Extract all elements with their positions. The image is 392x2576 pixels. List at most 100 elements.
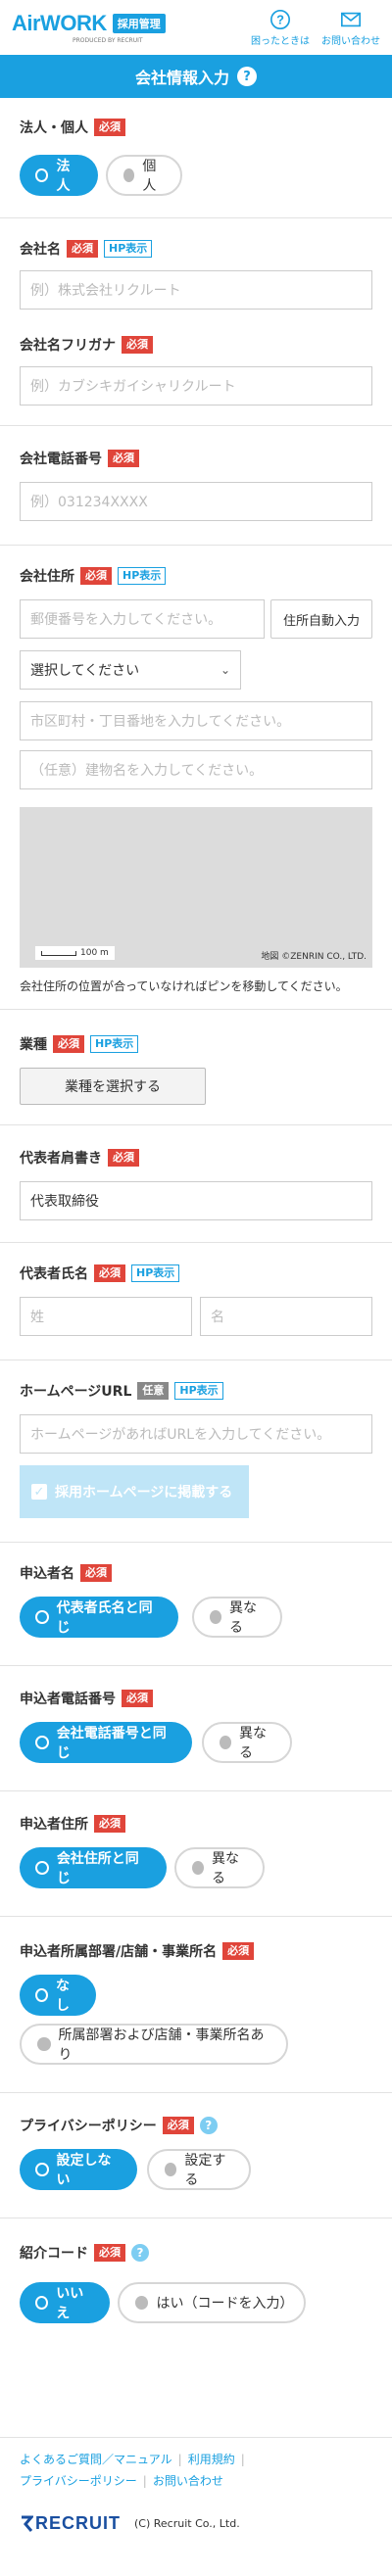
company-name-section: 会社名 必須 HP表示 [0, 237, 392, 261]
required-tag: 必須 [80, 1564, 112, 1582]
rep-title-label: 代表者肩書き [20, 1151, 102, 1167]
corp-type-label: 法人・個人 [20, 120, 88, 136]
select-industry-button[interactable]: 業種を選択する [20, 1068, 206, 1105]
department-label: 申込者所属部署/店舗・事業所名 [20, 1944, 218, 1960]
footer: よくあるご質問／マニュアル | 利用規約 | プライバシーポリシー | お問い合わせ RE… [0, 2449, 392, 2534]
logo-badge: 採用管理 [112, 14, 166, 33]
radio-dot-icon [35, 1861, 49, 1875]
company-name-input[interactable]: 例）株式会社リクルート [20, 270, 372, 310]
required-tag: 必須 [94, 119, 125, 136]
auto-address-button[interactable]: 住所自動入力 [270, 599, 372, 639]
required-tag: 必須 [80, 567, 112, 585]
radio-dot-icon [37, 2037, 51, 2051]
radio-dot-icon [210, 1610, 221, 1624]
required-tag: 必須 [222, 1942, 255, 1960]
rep-name-label: 代表者氏名 [20, 1266, 88, 1282]
help-icon: ? [270, 9, 290, 29]
radio-dot-icon [35, 1610, 49, 1624]
optional-tag: 任意 [137, 1382, 170, 1400]
title-help-icon[interactable]: ? [237, 67, 257, 86]
radio-applicant-different[interactable]: 異なる [192, 1597, 282, 1638]
department-section: 申込者所属部署/店舗・事業所名 必須 [0, 1939, 392, 1963]
rep-title-input[interactable]: 代表取締役 [20, 1181, 372, 1220]
radio-referral-yes[interactable]: はい（コードを入力） [118, 2282, 306, 2323]
applicant-address-section: 申込者住所 必須 [0, 1812, 392, 1836]
company-kana-section: 会社名フリガナ 必須 [0, 333, 392, 357]
prefecture-select[interactable]: 選択してください ⌄ [20, 650, 241, 690]
radio-dot-icon [123, 168, 135, 182]
help-label: 困ったときは [251, 35, 310, 47]
homepage-label: ホームページURL [20, 1384, 132, 1400]
address-section: 会社住所 必須 HP表示 [0, 564, 392, 588]
postal-code-input[interactable]: 郵便番号を入力してください。 [20, 599, 265, 639]
radio-applicant-same[interactable]: 代表者氏名と同じ [20, 1597, 178, 1638]
radio-address-same[interactable]: 会社住所と同じ [20, 1847, 167, 1888]
required-tag: 必須 [94, 2244, 125, 2262]
required-tag: 必須 [122, 336, 153, 354]
rep-name-section: 代表者氏名 必須 HP表示 [0, 1262, 392, 1285]
contact-link[interactable]: お問い合わせ [321, 9, 380, 47]
radio-dot-icon [220, 1736, 231, 1749]
radio-corporation[interactable]: 法人 [20, 155, 98, 196]
company-phone-input[interactable]: 例）031234XXXX [20, 482, 372, 521]
radio-dot-icon [35, 1736, 49, 1749]
referral-section: 紹介コード 必須 ? [0, 2241, 392, 2265]
footer-link-faq[interactable]: よくあるご質問／マニュアル [20, 2453, 172, 2466]
page-title: 会社情報入力 [134, 69, 229, 87]
radio-department-none[interactable]: なし [20, 1975, 96, 2016]
radio-dot-icon [35, 168, 49, 182]
radio-dot-icon [192, 1861, 204, 1875]
rep-first-name-input[interactable]: 名 [200, 1297, 372, 1336]
privacy-help-icon[interactable]: ? [199, 2117, 218, 2134]
required-tag: 必須 [122, 1690, 153, 1707]
footer-link-privacy[interactable]: プライバシーポリシー [20, 2474, 137, 2488]
hp-tag: HP表示 [174, 1382, 223, 1400]
radio-privacy-off[interactable]: 設定しない [20, 2149, 137, 2190]
footer-link-terms[interactable]: 利用規約 [188, 2453, 235, 2466]
radio-phone-same[interactable]: 会社電話番号と同じ [20, 1722, 192, 1763]
applicant-label: 申込者名 [20, 1566, 74, 1582]
referral-help-icon[interactable]: ? [131, 2244, 149, 2262]
radio-dot-icon [135, 2296, 149, 2310]
svg-text:?: ? [276, 12, 284, 26]
page-title-bar: 会社情報入力 ? [0, 55, 392, 98]
footer-link-contact[interactable]: お問い合わせ [153, 2474, 223, 2488]
map-scale: 100 m [35, 946, 115, 960]
required-tag: 必須 [67, 240, 98, 258]
required-tag: 必須 [108, 1149, 139, 1167]
homepage-url-input[interactable]: ホームページがあればURLを入力してください。 [20, 1414, 372, 1454]
company-phone-label: 会社電話番号 [20, 452, 102, 467]
homepage-section: ホームページURL 任意 HP表示 [0, 1379, 392, 1403]
address-map[interactable]: 100 m 地図 ©ZENRIN CO., LTD. [20, 807, 372, 968]
radio-dot-icon [35, 2296, 49, 2310]
radio-department-exists[interactable]: 所属部署および店舗・事業所名あり [20, 2024, 288, 2065]
recruit-mark-icon [22, 2515, 33, 2532]
applicant-address-label: 申込者住所 [20, 1817, 88, 1833]
radio-referral-no[interactable]: いいえ [20, 2282, 110, 2323]
city-input[interactable]: 市区町村・丁目番地を入力してください。 [20, 701, 372, 740]
privacy-label: プライバシーポリシー [20, 2119, 157, 2134]
airwork-logo[interactable]: AirWORK 採用管理 PRODUCED BY RECRUIT [12, 11, 166, 44]
help-link[interactable]: ? 困ったときは [251, 9, 310, 47]
logo-text: AirWORK [12, 11, 107, 35]
map-note: 会社住所の位置が合っていなければピンを移動してください。 [20, 979, 348, 993]
company-kana-input[interactable]: 例）カブシキガイシャリクルート [20, 366, 372, 405]
hp-tag: HP表示 [118, 567, 167, 585]
applicant-section: 申込者名 必須 [0, 1561, 392, 1585]
publish-homepage-checkbox[interactable]: ✓ 採用ホームページに掲載する [20, 1465, 249, 1518]
recruit-logo: RECRUIT [20, 2513, 121, 2534]
radio-individual[interactable]: 個人 [106, 155, 182, 196]
scale-bar-icon [41, 950, 76, 956]
required-tag: 必須 [162, 2117, 194, 2134]
radio-address-different[interactable]: 異なる [174, 1847, 265, 1888]
logo-sub: PRODUCED BY RECRUIT [73, 37, 143, 44]
required-tag: 必須 [108, 450, 139, 467]
radio-phone-different[interactable]: 異なる [202, 1722, 292, 1763]
building-input[interactable]: （任意）建物名を入力してください。 [20, 750, 372, 789]
radio-privacy-on[interactable]: 設定する [147, 2149, 251, 2190]
hp-tag: HP表示 [131, 1264, 180, 1282]
industry-label: 業種 [20, 1037, 47, 1053]
contact-label: お問い合わせ [321, 35, 380, 47]
applicant-phone-label: 申込者電話番号 [20, 1692, 116, 1707]
rep-last-name-input[interactable]: 姓 [20, 1297, 192, 1336]
